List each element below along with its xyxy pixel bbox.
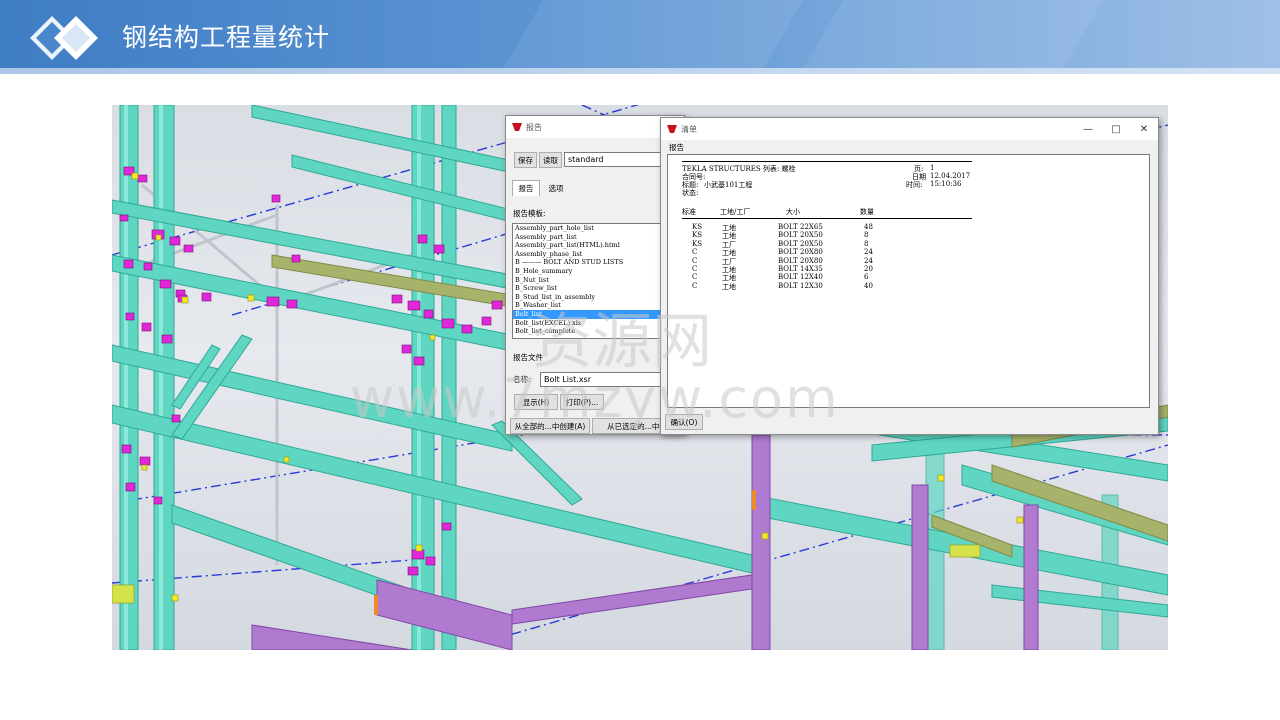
report-cell-qty: 40 <box>864 281 873 290</box>
report-cell-qty: 20 <box>864 265 873 273</box>
title-value: 小武基101工程 <box>704 181 753 189</box>
report-dialog-title: 报告 <box>526 122 542 132</box>
list-window: 清单 — □ ✕ 报告 TEKLA STRUCTURES 列表: 螺栓 页: 1… <box>660 117 1159 435</box>
list-item[interactable]: B_Washer_list <box>513 301 683 310</box>
list-item-selected[interactable]: Bolt_list <box>513 309 683 319</box>
list-window-title: 清单 <box>681 124 697 134</box>
report-output: TEKLA STRUCTURES 列表: 螺栓 页: 1 合同号: 日期 12.… <box>667 154 1150 408</box>
show-button[interactable]: 显示(H) <box>514 394 558 410</box>
list-item[interactable]: B_Stud_list_in_assembly <box>513 293 683 302</box>
report-cell-size: BOLT 20X50 <box>778 239 823 248</box>
report-cell-site: 工地 <box>722 282 736 291</box>
banner-decoration <box>773 0 1127 68</box>
minimize-icon[interactable]: — <box>1074 124 1102 135</box>
name-label: 名称: <box>513 375 531 384</box>
time-label: 时间: <box>906 181 923 189</box>
status-label: 状态: <box>682 189 699 197</box>
list-item[interactable]: Bolt_list_complete <box>513 327 683 336</box>
report-rule <box>682 218 972 219</box>
time-value: 15:10:36 <box>930 180 962 188</box>
list-item[interactable]: Assembly_part_list(HTML).html <box>513 241 683 250</box>
tab-options[interactable]: 选项 <box>542 180 570 196</box>
report-cell-qty: 24 <box>864 248 873 257</box>
maximize-icon[interactable]: □ <box>1102 124 1130 135</box>
column-header-standard: 标准 <box>682 208 696 216</box>
slide-title: 钢结构工程量统计 <box>122 23 331 52</box>
template-listbox[interactable]: Assembly_part_hole_list Assembly_part_li… <box>512 223 684 339</box>
report-cell-qty: 6 <box>864 273 869 282</box>
ok-button[interactable]: 确认(O) <box>665 414 703 430</box>
report-cell-qty: 8 <box>864 239 869 248</box>
page-value: 1 <box>930 164 935 172</box>
list-item[interactable]: Assembly_phase_list <box>513 250 683 259</box>
tekla-app-icon <box>512 123 522 131</box>
report-rule <box>682 161 972 162</box>
list-item[interactable]: B_Hole_summary <box>513 267 683 276</box>
report-cell-qty: 48 <box>864 223 873 231</box>
column-header-site: 工地/工厂 <box>720 208 751 216</box>
print-button[interactable]: 打印(P)... <box>560 394 604 410</box>
slide: 钢结构工程量统计 报告 保存 读取 standard 报告 选项 报告模板: A… <box>0 0 1280 720</box>
report-cell-size: BOLT 12X30 <box>778 281 823 290</box>
load-button[interactable]: 读取 <box>539 152 562 168</box>
list-item[interactable]: B_Nut_list <box>513 276 683 285</box>
list-item[interactable]: B_Screw_list <box>513 284 683 293</box>
save-button[interactable]: 保存 <box>514 152 537 168</box>
report-cell-standard: C <box>692 265 698 273</box>
report-cell-size: BOLT 20X80 <box>778 256 823 265</box>
header-banner: 钢结构工程量统计 <box>0 0 1280 68</box>
list-item[interactable]: Assembly_part_hole_list <box>513 224 683 233</box>
report-cell-size: BOLT 14X35 <box>778 265 823 273</box>
diamond-logo-icon <box>30 16 98 60</box>
report-cell-standard: C <box>692 256 698 265</box>
tab-report[interactable]: 报告 <box>512 180 540 196</box>
report-menu[interactable]: 报告 <box>669 142 684 153</box>
create-from-all-button[interactable]: 从全部的...中创建(A) <box>510 418 590 434</box>
report-cell-qty: 8 <box>864 231 869 240</box>
header-stripe <box>0 68 1280 74</box>
templates-label: 报告模板: <box>513 209 546 218</box>
report-cell-size: BOLT 20X50 <box>778 231 823 240</box>
list-item[interactable]: B ——— BOLT AND STUD LISTS <box>513 258 683 267</box>
tekla-app-icon <box>667 125 677 133</box>
report-dialog-titlebar[interactable]: 报告 <box>506 116 684 138</box>
report-cell-size: BOLT 20X80 <box>778 248 823 257</box>
close-icon[interactable]: ✕ <box>1130 124 1158 135</box>
report-cell-standard: C <box>692 248 698 257</box>
report-cell-standard: KS <box>692 223 703 231</box>
report-cell-size: BOLT 22X65 <box>778 223 823 231</box>
column-header-qty: 数量 <box>860 208 874 216</box>
report-cell-standard: KS <box>692 231 703 240</box>
list-window-titlebar[interactable]: 清单 — □ ✕ <box>661 118 1158 140</box>
report-cell-standard: C <box>692 273 698 282</box>
tekla-screenshot: 报告 保存 读取 standard 报告 选项 报告模板: Assembly_p… <box>112 105 1168 650</box>
report-cell-standard: KS <box>692 239 703 248</box>
date-value: 12.04.2017 <box>930 172 971 180</box>
list-item[interactable]: Bolt_list(EXCEL).xls <box>513 319 683 328</box>
banner-decoration <box>473 0 827 68</box>
report-cell-standard: C <box>692 281 698 290</box>
report-file-label: 报告文件 <box>513 353 543 362</box>
report-dialog: 报告 保存 读取 standard 报告 选项 报告模板: Assembly_p… <box>505 115 685 435</box>
report-cell-size: BOLT 12X40 <box>778 273 823 282</box>
list-item[interactable]: Assembly_part_list <box>513 233 683 242</box>
column-header-size: 大小 <box>786 208 800 216</box>
report-cell-qty: 24 <box>864 256 873 265</box>
